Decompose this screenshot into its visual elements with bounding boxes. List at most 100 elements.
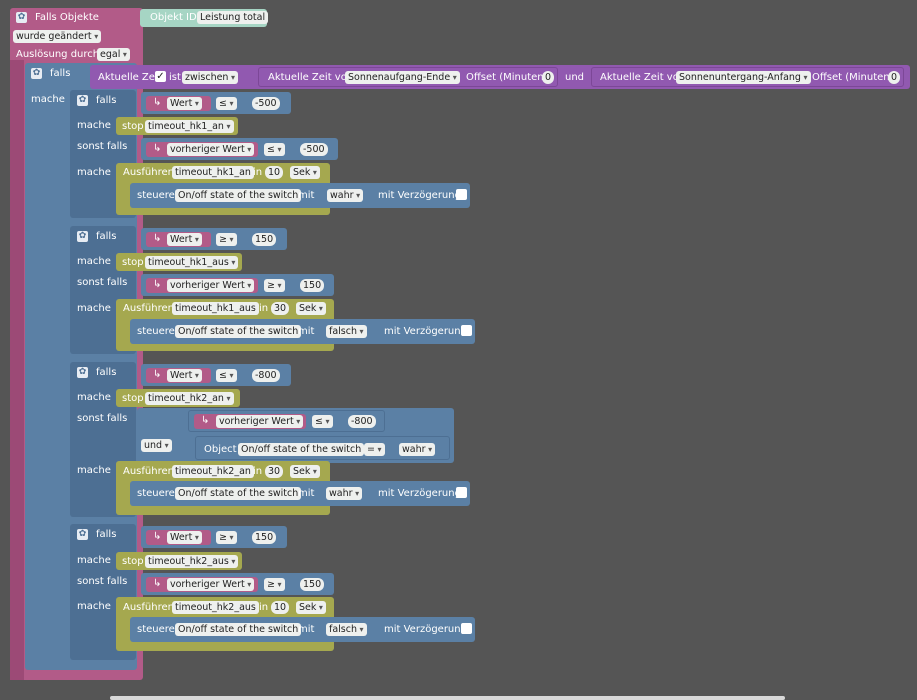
stop-label: stop: [122, 121, 144, 132]
unit-dropdown[interactable]: Sek: [290, 166, 320, 179]
prev-wert-arrow: ↳: [201, 415, 210, 426]
mache-label: mache: [77, 120, 111, 131]
trigger-label: Auslösung durch: [16, 49, 100, 60]
delay-checkbox[interactable]: [461, 623, 472, 634]
exec-label: Ausführen: [123, 303, 174, 314]
prev-op-dropdown[interactable]: ≤: [312, 415, 333, 428]
offset-value-2[interactable]: 0: [888, 71, 901, 84]
stop-timeout-dropdown[interactable]: timeout_hk2_aus: [145, 555, 239, 568]
wert-arrow: ↳: [153, 233, 162, 244]
control-value-dropdown[interactable]: falsch: [326, 623, 367, 636]
delay-field[interactable]: 10: [265, 166, 284, 179]
prev-op-dropdown[interactable]: ≥: [264, 578, 285, 591]
in-label: in: [253, 466, 263, 477]
value-field[interactable]: -800: [252, 369, 280, 382]
changed-dropdown[interactable]: wurde geändert: [13, 30, 102, 43]
switch-field[interactable]: On/off state of the switch: [175, 189, 302, 202]
wert-dropdown[interactable]: Wert: [167, 531, 202, 544]
outer-falls-label: falls: [50, 68, 71, 79]
mache-label: mache: [77, 392, 111, 403]
object-id-value[interactable]: Leistung total: [197, 11, 269, 24]
mache-label: mache: [77, 167, 111, 178]
op-dropdown[interactable]: ≤: [216, 369, 237, 382]
unit-dropdown[interactable]: Sek: [296, 302, 326, 315]
sunset-dropdown[interactable]: Sonnenuntergang-Anfang: [676, 71, 811, 84]
time-label: Aktuelle Zeit: [98, 72, 162, 83]
exec-label: Ausführen: [123, 466, 174, 477]
wert-dropdown[interactable]: Wert: [167, 97, 202, 110]
stop-label: stop: [122, 556, 144, 567]
wert-dropdown[interactable]: Wert: [167, 233, 202, 246]
wert-arrow: ↳: [153, 369, 162, 380]
delay-checkbox[interactable]: [461, 325, 472, 336]
delay-label: mit Verzögerung: [384, 624, 467, 635]
horizontal-scrollbar[interactable]: [110, 696, 785, 700]
prev-wert-dropdown[interactable]: vorheriger Wert: [216, 415, 304, 428]
value-field[interactable]: 150: [252, 233, 277, 246]
mit-label: mit: [298, 624, 315, 635]
stop-timeout-dropdown[interactable]: timeout_hk1_an: [145, 120, 234, 133]
unit-dropdown[interactable]: Sek: [296, 601, 326, 614]
check-icon[interactable]: ✓: [155, 71, 166, 82]
offset-label-1: Offset (Minuten): [466, 72, 548, 83]
exec-timeout-field[interactable]: timeout_hk1_aus: [172, 302, 259, 315]
prev-op-dropdown[interactable]: ≥: [264, 279, 285, 292]
switch-field[interactable]: On/off state of the switch: [175, 623, 302, 636]
value-field[interactable]: 150: [252, 531, 277, 544]
wert-dropdown[interactable]: Wert: [167, 369, 202, 382]
time-to-label: Aktuelle Zeit von: [600, 72, 686, 83]
object-id-label: Objekt ID: [150, 12, 197, 23]
op-dropdown[interactable]: ≥: [216, 531, 237, 544]
gear-icon[interactable]: ✿: [77, 231, 88, 242]
delay-checkbox[interactable]: [456, 189, 467, 200]
offset-value-1[interactable]: 0: [542, 71, 555, 84]
prev-wert-dropdown[interactable]: vorheriger Wert: [167, 143, 255, 156]
prev-value-field[interactable]: 150: [300, 279, 325, 292]
prev-value-field[interactable]: -800: [348, 415, 376, 428]
gear-icon[interactable]: ✿: [77, 367, 88, 378]
op-dropdown[interactable]: ≥: [216, 233, 237, 246]
sonst-falls-label: sonst falls: [77, 576, 128, 587]
control-value-dropdown[interactable]: wahr: [326, 487, 363, 500]
gear-icon[interactable]: ✿: [31, 68, 42, 79]
object-switch-field[interactable]: On/off state of the switch: [238, 443, 365, 456]
exec-timeout-field[interactable]: timeout_hk2_aus: [172, 601, 259, 614]
prev-value-field[interactable]: -500: [300, 143, 328, 156]
and-dropdown[interactable]: und: [141, 439, 172, 452]
delay-field[interactable]: 10: [271, 601, 290, 614]
exec-timeout-field[interactable]: timeout_hk1_an: [172, 166, 254, 179]
prev-wert-dropdown[interactable]: vorheriger Wert: [167, 578, 255, 591]
op-dropdown[interactable]: ≤: [216, 97, 237, 110]
prev-value-field[interactable]: 150: [300, 578, 325, 591]
value-field[interactable]: -500: [252, 97, 280, 110]
falls-label: falls: [96, 231, 117, 242]
delay-field[interactable]: 30: [271, 302, 290, 315]
delay-checkbox[interactable]: [456, 487, 467, 498]
exec-timeout-field[interactable]: timeout_hk2_an: [172, 465, 254, 478]
prev-wert-dropdown[interactable]: vorheriger Wert: [167, 279, 255, 292]
sunrise-dropdown[interactable]: Sonnenaufgang-Ende: [345, 71, 460, 84]
control-value-dropdown[interactable]: wahr: [327, 189, 364, 202]
gear-icon[interactable]: ✿: [77, 529, 88, 540]
object-label: Object: [204, 444, 237, 455]
control-value-dropdown[interactable]: falsch: [326, 325, 367, 338]
delay-field[interactable]: 30: [265, 465, 284, 478]
stop-timeout-dropdown[interactable]: timeout_hk2_an: [145, 392, 234, 405]
stop-timeout-dropdown[interactable]: timeout_hk1_aus: [145, 256, 239, 269]
between-dropdown[interactable]: zwischen: [182, 71, 239, 84]
cond-eq-value-dropdown[interactable]: wahr: [399, 443, 436, 456]
eq-dropdown[interactable]: =: [364, 443, 385, 456]
unit-dropdown[interactable]: Sek: [290, 465, 320, 478]
switch-field[interactable]: On/off state of the switch: [175, 325, 302, 338]
switch-field[interactable]: On/off state of the switch: [175, 487, 302, 500]
prev-wert-arrow: ↳: [153, 279, 162, 290]
gear-icon[interactable]: ✿: [16, 12, 27, 23]
prev-wert-arrow: ↳: [153, 143, 162, 154]
trigger-dropdown[interactable]: egal: [97, 48, 130, 61]
gear-icon[interactable]: ✿: [77, 95, 88, 106]
sonst-falls-label: sonst falls: [77, 413, 128, 424]
in-label: in: [253, 167, 263, 178]
wert-label: ↳: [153, 97, 162, 108]
prev-op-dropdown[interactable]: ≤: [264, 143, 285, 156]
stop-label: stop: [122, 393, 144, 404]
